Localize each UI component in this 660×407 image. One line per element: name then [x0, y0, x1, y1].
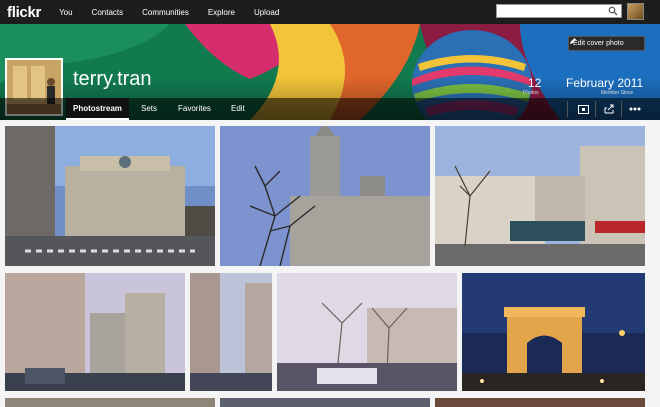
- profile-tabs: Photostream Sets Favorites Edit: [0, 98, 660, 120]
- nav-you[interactable]: You: [59, 8, 73, 17]
- edit-cover-button[interactable]: Edit cover photo: [568, 36, 645, 51]
- tab-edit[interactable]: Edit: [231, 98, 245, 120]
- pencil-icon: [570, 38, 576, 44]
- divider: [567, 101, 568, 117]
- photo-row3-1[interactable]: [5, 398, 215, 407]
- slideshow-icon[interactable]: [574, 101, 592, 117]
- nav-explore[interactable]: Explore: [208, 8, 235, 17]
- photo-street-left[interactable]: [5, 273, 185, 391]
- photos-count: 12: [528, 76, 542, 90]
- photo-row3-2[interactable]: [220, 398, 430, 407]
- divider: [621, 101, 622, 117]
- photo-opera-garnier[interactable]: [5, 126, 215, 266]
- member-since-label: Member Since: [601, 90, 634, 96]
- flickr-logo[interactable]: flickr: [7, 4, 41, 21]
- photo-street-mid[interactable]: [190, 273, 272, 391]
- share-icon[interactable]: [600, 101, 618, 117]
- nav-communities[interactable]: Communities: [142, 8, 189, 17]
- tab-sets[interactable]: Sets: [141, 98, 157, 120]
- tab-photostream[interactable]: Photostream: [66, 98, 129, 120]
- username: terry.tran: [73, 68, 152, 90]
- member-since-date: February 2011: [566, 76, 644, 90]
- divider: [595, 101, 596, 117]
- nav-contacts[interactable]: Contacts: [92, 8, 124, 17]
- photo-row3-3[interactable]: [435, 398, 645, 407]
- nav-upload[interactable]: Upload: [254, 8, 279, 17]
- search-input[interactable]: [496, 4, 622, 18]
- avatar[interactable]: [627, 3, 644, 20]
- search-icon[interactable]: [608, 6, 618, 16]
- edit-cover-label: Edit cover photo: [573, 40, 624, 47]
- photos-label: Photos: [523, 90, 539, 96]
- tab-favorites[interactable]: Favorites: [178, 98, 211, 120]
- top-nav: flickr You Contacts Communities Explore …: [0, 0, 660, 24]
- more-icon[interactable]: [626, 101, 644, 117]
- photo-arc-de-triomphe[interactable]: [462, 273, 645, 391]
- photo-church-tree[interactable]: [220, 126, 430, 266]
- photo-trees-street[interactable]: [277, 273, 457, 391]
- photo-grid: [0, 120, 660, 407]
- photo-street-market[interactable]: [435, 126, 645, 266]
